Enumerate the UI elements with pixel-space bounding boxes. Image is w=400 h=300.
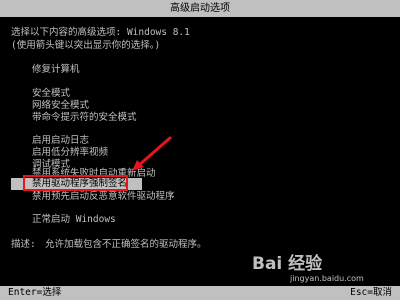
footer-bar: Enter=选择 Esc=取消 bbox=[0, 286, 400, 300]
description-label: 描述: bbox=[11, 239, 36, 250]
baidu-watermark: Bai 经验 jingyan.baidu.com bbox=[252, 254, 392, 290]
enter-select-hint[interactable]: Enter=选择 bbox=[8, 286, 61, 300]
watermark-logo: Bai 经验 bbox=[252, 254, 323, 274]
watermark-url: jingyan.baidu.com bbox=[290, 274, 364, 283]
description-text: 允许加载包含不正确签名的驱动程序。 bbox=[45, 239, 207, 250]
esc-cancel-hint[interactable]: Esc=取消 bbox=[350, 286, 392, 300]
